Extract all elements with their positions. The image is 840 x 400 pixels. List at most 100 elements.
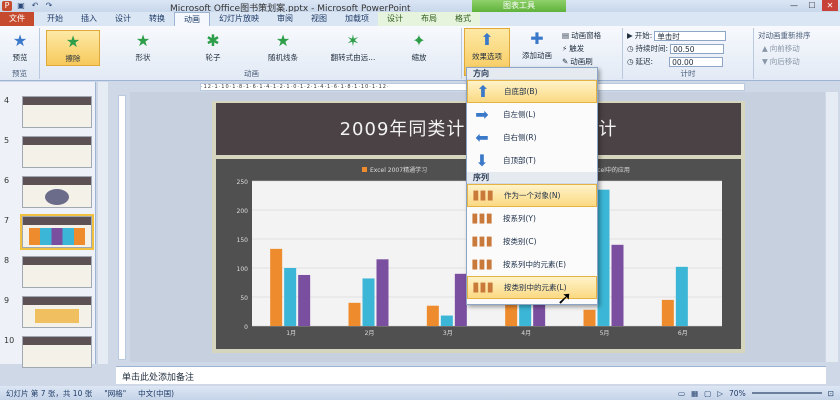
- thumbnail-scrollbar[interactable]: [98, 82, 108, 364]
- tab-chart-layout[interactable]: 布局: [412, 12, 446, 26]
- direction-from-top[interactable]: ⬇ 自顶部(T): [467, 149, 597, 172]
- arrow-down-icon: ⬇: [475, 151, 489, 170]
- direction-from-right[interactable]: ⬅ 自右侧(R): [467, 126, 597, 149]
- save-icon[interactable]: ▣: [16, 1, 26, 11]
- sequence-by-category-element[interactable]: ▮▮▮ 按类别中的元素(L): [467, 276, 597, 299]
- anim-random-bars-button[interactable]: ★ 随机线条: [256, 30, 310, 66]
- group-animation: ★ 擦除 ★ 形状 ✱ 轮子 ★ 随机线条 ✶ 翻转式由远... ✦ 缩放 动画: [42, 28, 462, 79]
- star-icon: ★: [12, 31, 28, 50]
- fit-window-icon[interactable]: ⊡: [828, 389, 834, 398]
- star-icon: ✦: [412, 31, 426, 50]
- slide-thumbnails-panel: 4 5 6 7 8 9 10: [0, 82, 96, 368]
- tab-addins[interactable]: 加载项: [336, 12, 378, 26]
- x-tick-label: 5月: [600, 330, 610, 337]
- anim-wipe-button[interactable]: ★ 擦除: [46, 30, 100, 66]
- star-icon: ★: [65, 32, 81, 51]
- anim-wheel-button[interactable]: ✱ 轮子: [186, 30, 240, 66]
- sequence-as-one-object[interactable]: ▮▮▮ 作为一个对象(N): [467, 184, 597, 207]
- arrow-right-icon: ➡: [475, 105, 489, 124]
- bar: [661, 299, 674, 326]
- delay-input[interactable]: 00.00: [669, 56, 724, 67]
- slide-thumb[interactable]: 8: [4, 256, 92, 290]
- star-icon: ★: [275, 31, 291, 50]
- clock-icon: ◷: [627, 44, 634, 53]
- slide-thumb[interactable]: 5: [4, 136, 92, 170]
- zoom-level[interactable]: 70%: [729, 389, 746, 398]
- maximize-icon[interactable]: ☐: [804, 0, 820, 11]
- close-icon[interactable]: ✕: [822, 0, 838, 11]
- legend-swatch: [362, 167, 367, 172]
- reorder-label: 对动画重新排序: [758, 31, 811, 40]
- slideshow-icon[interactable]: ▷: [717, 389, 723, 398]
- anim-zoom-button[interactable]: ✦ 缩放: [392, 30, 446, 66]
- preview-button[interactable]: ★ 预览: [2, 30, 38, 66]
- bar: [270, 248, 283, 326]
- y-tick-label: 100: [237, 266, 249, 273]
- tab-design[interactable]: 设计: [106, 12, 140, 26]
- anim-float-button[interactable]: ✶ 翻转式由远...: [318, 30, 388, 66]
- zoom-slider[interactable]: [751, 392, 822, 394]
- status-bar: 幻灯片 第 7 张，共 10 张 "网格" 中文(中国) ▭ ▦ ▢ ▷ 70%…: [0, 386, 840, 400]
- tab-file[interactable]: 文件: [0, 12, 34, 26]
- chart-icon: ▮▮▮: [471, 211, 493, 226]
- language[interactable]: 中文(中国): [138, 388, 174, 399]
- group-preview: ★ 预览 预览: [0, 28, 40, 79]
- redo-icon[interactable]: ↷: [44, 1, 54, 11]
- tab-slideshow[interactable]: 幻灯片放映: [210, 12, 268, 26]
- slide-thumb[interactable]: 9: [4, 296, 92, 330]
- tab-chart-design[interactable]: 设计: [378, 12, 412, 26]
- triangle-down-icon: ▼: [762, 57, 768, 66]
- vertical-ruler: [118, 95, 126, 360]
- reading-view-icon[interactable]: ▢: [704, 389, 711, 398]
- bar: [426, 305, 439, 326]
- brush-icon: ✎: [562, 57, 569, 66]
- bar: [583, 309, 596, 326]
- star-plus-icon: ✚: [530, 29, 544, 48]
- chart-icon: ▮▮▮: [471, 234, 493, 249]
- tab-chart-format[interactable]: 格式: [446, 12, 480, 26]
- tab-view[interactable]: 视图: [302, 12, 336, 26]
- animation-painter-button[interactable]: ✎ 动画刷: [562, 56, 593, 67]
- start-select[interactable]: 单击时: [654, 30, 727, 41]
- bar: [284, 268, 297, 326]
- undo-icon[interactable]: ↶: [30, 1, 40, 11]
- slide-thumb[interactable]: 4: [4, 96, 92, 130]
- ribbon-tabs: 文件 开始 插入 设计 转换 动画 幻灯片放映 审阅 视图 加载项 设计 布局 …: [0, 12, 840, 26]
- anim-shape-button[interactable]: ★ 形状: [116, 30, 170, 66]
- normal-view-icon[interactable]: ▭: [678, 389, 685, 398]
- tab-transitions[interactable]: 转换: [140, 12, 174, 26]
- direction-header: 方向: [467, 68, 597, 80]
- arrow-up-icon: ⬆: [480, 30, 494, 49]
- quick-access-toolbar: P ▣ ↶ ↷: [2, 0, 54, 12]
- slide-thumb-current[interactable]: 7: [4, 214, 94, 250]
- chart-icon: ▮▮▮: [472, 280, 494, 295]
- duration-input[interactable]: 00.50: [670, 43, 725, 54]
- sorter-view-icon[interactable]: ▦: [691, 389, 698, 398]
- tab-home[interactable]: 开始: [38, 12, 72, 26]
- move-later-button[interactable]: ▼ 向后移动: [762, 56, 800, 67]
- tab-insert[interactable]: 插入: [72, 12, 106, 26]
- notes-pane[interactable]: 单击此处添加备注: [116, 366, 826, 384]
- move-earlier-button[interactable]: ▲ 向前移动: [762, 43, 800, 54]
- legend-entry: Excel 2007精通学习: [370, 166, 427, 174]
- chart-icon: ▮▮▮: [472, 188, 494, 203]
- powerpoint-logo-icon: P: [2, 1, 12, 11]
- minimize-icon[interactable]: —: [786, 0, 802, 11]
- slide-thumb[interactable]: 6: [4, 176, 92, 210]
- group-timing: ▶ 开始: 单击时 ◷ 持续时间: 00.50 ◷ 延迟: 00.00 计时: [622, 28, 754, 79]
- bar: [348, 302, 361, 326]
- direction-from-bottom[interactable]: ⬆ 自底部(B): [467, 80, 597, 103]
- y-tick-label: 250: [237, 179, 249, 186]
- animation-pane-button[interactable]: ▤ 动画窗格: [562, 30, 601, 41]
- slide-thumb[interactable]: 10: [4, 336, 92, 370]
- add-animation-button[interactable]: ✚ 添加动画: [514, 28, 560, 64]
- trigger-button[interactable]: ⚡ 触发: [562, 43, 584, 54]
- bar: [597, 189, 610, 326]
- editor-scrollbar[interactable]: [826, 92, 838, 362]
- tab-review[interactable]: 审阅: [268, 12, 302, 26]
- sequence-by-category[interactable]: ▮▮▮ 按类别(C): [467, 230, 597, 253]
- tab-animations[interactable]: 动画: [174, 12, 210, 26]
- sequence-by-series[interactable]: ▮▮▮ 按系列(Y): [467, 207, 597, 230]
- direction-from-left[interactable]: ➡ 自左侧(L): [467, 103, 597, 126]
- sequence-by-series-element[interactable]: ▮▮▮ 按系列中的元素(E): [467, 253, 597, 276]
